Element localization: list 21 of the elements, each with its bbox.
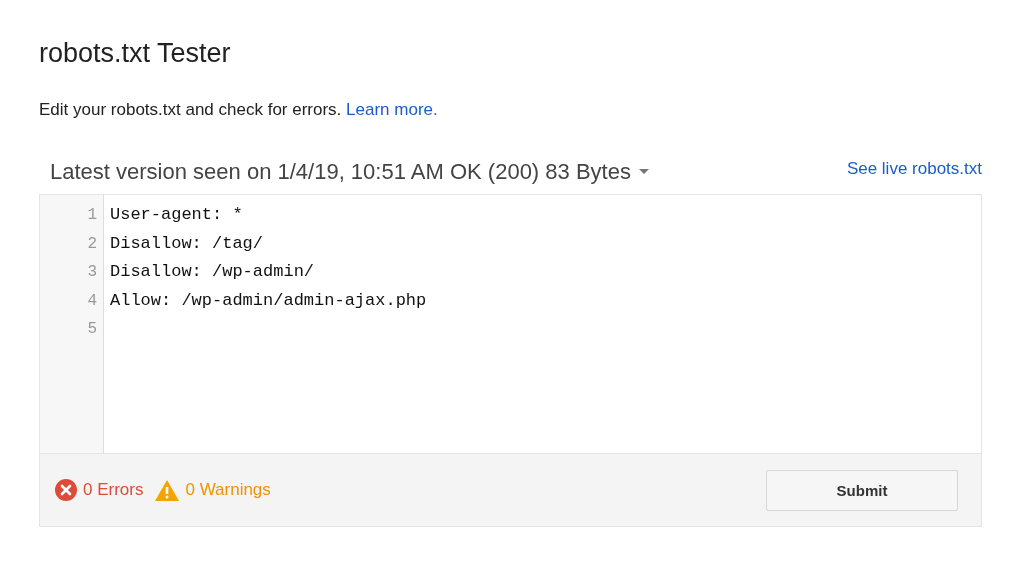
line-number: 1: [86, 205, 98, 226]
live-robots-link[interactable]: See live robots.txt: [846, 159, 982, 179]
code-line: Disallow: /wp-admin/: [109, 261, 316, 283]
code-line: Allow: /wp-admin/admin-ajax.php: [109, 289, 428, 312]
line-number: 5: [86, 319, 98, 340]
submit-button[interactable]: Submit: [766, 469, 958, 511]
page-title: robots.txt Tester: [39, 37, 232, 70]
error-icon: [55, 479, 77, 501]
learn-more-link[interactable]: Learn more.: [346, 100, 438, 119]
line-number: 3: [86, 262, 98, 283]
intro-text: Edit your robots.txt and check for errors. Learn more.: [39, 99, 439, 121]
caret-icon: [638, 169, 649, 175]
code-line: User-agent: *: [109, 204, 244, 226]
code-line: Disallow: /tag/: [109, 232, 265, 255]
errors-count: 0 Errors: [83, 480, 144, 500]
version-dropdown[interactable]: Latest version seen on 1/4/19, 10:51 AM OK (200) 83 Bytes: [50, 159, 649, 185]
code-editor[interactable]: 1 2 3 4 5 User-agent: * Disallow: /tag/ Disallow: /wp-admin/ Allow: /wp-admin/admin-ajax.php: [39, 194, 982, 454]
line-number: 4: [86, 290, 98, 312]
warnings-count: 0 Warnings: [185, 480, 271, 500]
line-number: 2: [86, 233, 98, 255]
warning-icon: [155, 479, 180, 501]
